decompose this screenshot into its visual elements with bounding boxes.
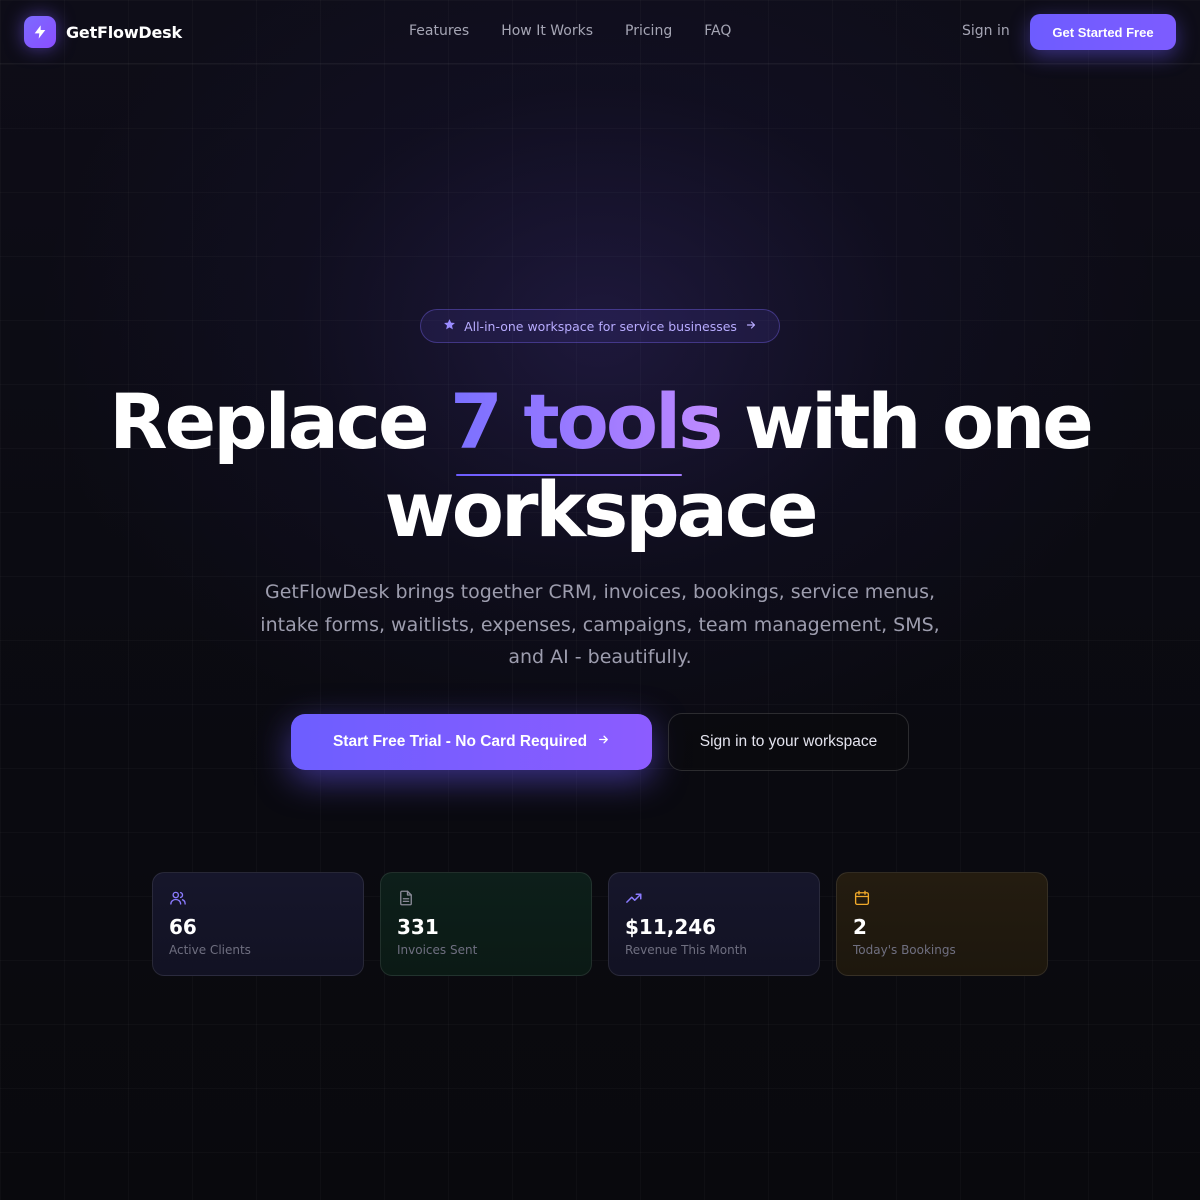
stat-value: 2 bbox=[853, 915, 867, 939]
nav-link-how-it-works[interactable]: How It Works bbox=[501, 23, 593, 39]
star-icon bbox=[443, 318, 456, 334]
stat-value: 331 bbox=[397, 915, 439, 939]
stat-label: Revenue This Month bbox=[625, 943, 748, 957]
nav-link-pricing[interactable]: Pricing bbox=[625, 23, 672, 39]
announcement-badge[interactable]: All-in-one workspace for service busines… bbox=[420, 309, 780, 343]
stat-card-bookings: 2 Today's Bookings bbox=[836, 872, 1048, 976]
trending-up-icon bbox=[626, 893, 642, 903]
arrow-right-icon bbox=[745, 319, 757, 334]
nav-link-faq[interactable]: FAQ bbox=[704, 23, 731, 39]
calendar-icon bbox=[854, 890, 870, 906]
stat-value: 66 bbox=[169, 915, 197, 939]
users-icon bbox=[170, 891, 186, 905]
hero-headline: Replace 7 tools with one workspace bbox=[0, 378, 1200, 554]
stat-value: $11,246 bbox=[625, 915, 717, 939]
brand-logo[interactable]: GetFlowDesk bbox=[24, 16, 182, 48]
top-nav: GetFlowDesk Features How It Works Pricin… bbox=[0, 0, 1200, 64]
arrow-right-icon bbox=[597, 733, 610, 751]
stat-label: Today's Bookings bbox=[853, 943, 956, 957]
landing-page: GetFlowDesk Features How It Works Pricin… bbox=[0, 0, 1200, 1200]
nav-links: Features How It Works Pricing FAQ bbox=[409, 23, 731, 39]
hero-subtitle: GetFlowDesk brings together CRM, invoice… bbox=[260, 581, 940, 668]
headline-underline bbox=[456, 474, 682, 476]
brand-name: GetFlowDesk bbox=[66, 22, 182, 42]
sign-in-link[interactable]: Sign in bbox=[962, 23, 1010, 39]
stat-label: Active Clients bbox=[169, 943, 251, 957]
headline-before: Replace bbox=[109, 377, 450, 466]
stats-row: 66 Active Clients 331 Invoices Sent $11,… bbox=[152, 872, 1048, 976]
start-free-trial-button[interactable]: Start Free Trial - No Card Required bbox=[291, 714, 652, 770]
nav-link-features[interactable]: Features bbox=[409, 23, 469, 39]
badge-text: All-in-one workspace for service busines… bbox=[464, 318, 737, 334]
stat-card-invoices-sent: 331 Invoices Sent bbox=[380, 872, 592, 976]
lightning-icon bbox=[24, 16, 56, 48]
stat-card-revenue: $11,246 Revenue This Month bbox=[608, 872, 820, 976]
stat-card-active-clients: 66 Active Clients bbox=[152, 872, 364, 976]
headline-accent: 7 tools bbox=[449, 377, 723, 466]
sign-in-workspace-button[interactable]: Sign in to your workspace bbox=[668, 713, 909, 771]
document-icon bbox=[400, 890, 412, 906]
stat-label: Invoices Sent bbox=[397, 943, 478, 957]
get-started-button[interactable]: Get Started Free bbox=[1030, 14, 1176, 50]
cta-primary-label: Start Free Trial - No Card Required bbox=[332, 733, 588, 750]
